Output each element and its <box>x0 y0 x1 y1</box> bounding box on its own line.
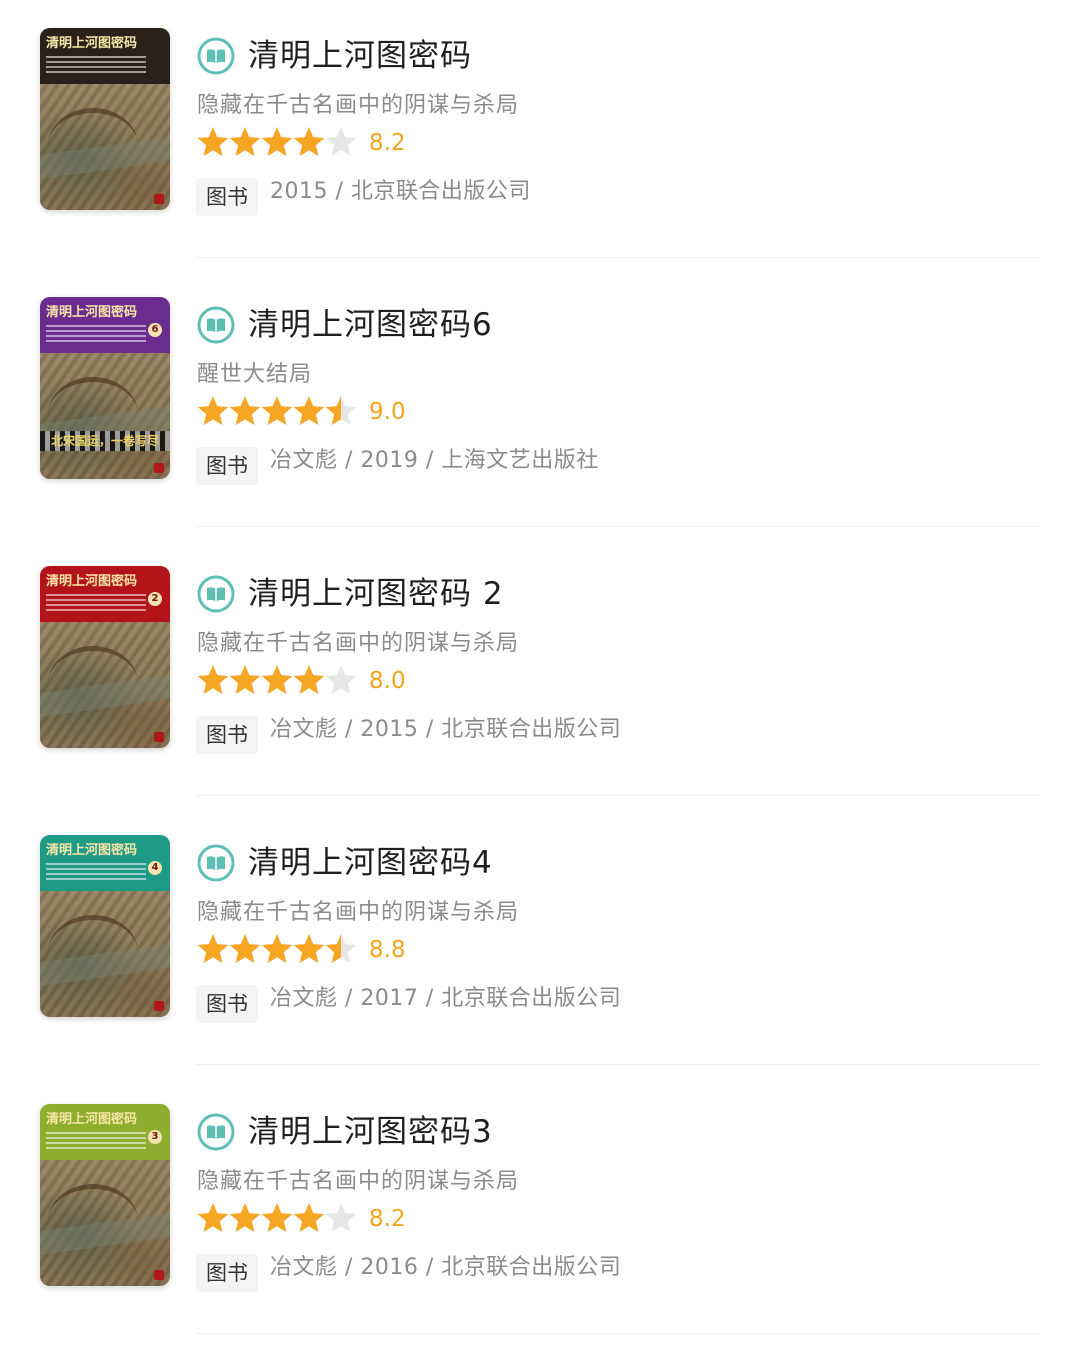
book-title[interactable]: 清明上河图密码3 <box>248 1110 493 1154</box>
book-icon <box>197 1113 235 1151</box>
book-item[interactable]: 清明上河图密码 2 清明上河图密码 2 隐藏在千古名画中的阴谋与杀局 8.0 图… <box>0 538 1080 807</box>
book-icon <box>197 37 235 75</box>
book-subtitle: 隐藏在千古名画中的阴谋与杀局 <box>197 93 520 118</box>
divider <box>196 257 1040 258</box>
cover-painting-bridge <box>48 646 138 721</box>
star-filled <box>229 127 261 156</box>
book-subtitle: 隐藏在千古名画中的阴谋与杀局 <box>197 1169 520 1194</box>
star-filled <box>229 1203 261 1232</box>
book-title[interactable]: 清明上河图密码 <box>248 34 472 78</box>
rating-score: 9.0 <box>369 399 406 425</box>
book-item[interactable]: 清明上河图密码 清明上河图密码 隐藏在千古名画中的阴谋与杀局 8.2 图书 20… <box>0 0 1080 269</box>
book-cover[interactable]: 清明上河图密码 4 <box>40 835 170 1017</box>
star-filled <box>293 665 325 694</box>
cover-painting-bridge <box>48 915 138 990</box>
rating-score: 8.2 <box>369 130 406 156</box>
type-tag: 图书 <box>196 447 258 485</box>
star-filled <box>197 934 229 963</box>
book-meta: 冶文彪 / 2017 / 北京联合出版公司 <box>270 986 622 1011</box>
type-tag: 图书 <box>196 178 258 216</box>
star-filled <box>261 396 293 425</box>
book-icon <box>197 306 235 344</box>
book-title[interactable]: 清明上河图密码4 <box>248 841 493 885</box>
star-filled <box>261 127 293 156</box>
book-icon <box>197 575 235 613</box>
cover-painting-bridge <box>48 108 138 183</box>
star-filled <box>293 127 325 156</box>
rating-score: 8.0 <box>369 668 406 694</box>
star-filled <box>197 396 229 425</box>
cover-fine-print <box>46 56 146 74</box>
star-filled <box>197 665 229 694</box>
book-subtitle: 醒世大结局 <box>197 362 313 387</box>
rating-stars <box>197 934 356 963</box>
book-item[interactable]: 清明上河图密码 6 北宋国运，一卷写尽 清明上河图密码6 醒世大结局 9.0 图… <box>0 269 1080 538</box>
cover-slogan: 北宋国运，一卷写尽 <box>40 431 170 451</box>
divider <box>196 1333 1040 1334</box>
star-filled <box>197 1203 229 1232</box>
book-title[interactable]: 清明上河图密码6 <box>248 303 493 347</box>
cover-fine-print <box>46 863 146 881</box>
book-meta: 冶文彪 / 2016 / 北京联合出版公司 <box>270 1255 622 1280</box>
star-empty <box>325 665 356 694</box>
star-empty <box>325 1203 356 1232</box>
divider <box>196 795 1040 796</box>
book-cover[interactable]: 清明上河图密码 <box>40 28 170 210</box>
rating-stars <box>197 1203 356 1232</box>
type-tag: 图书 <box>196 716 258 754</box>
cover-volume-badge: 2 <box>148 592 162 606</box>
rating-stars <box>197 127 356 156</box>
rating-stars <box>197 665 356 694</box>
rating-score: 8.8 <box>369 937 406 963</box>
book-meta: 冶文彪 / 2019 / 上海文艺出版社 <box>270 448 599 473</box>
book-item[interactable]: 清明上河图密码 4 清明上河图密码4 隐藏在千古名画中的阴谋与杀局 8.8 图书… <box>0 807 1080 1076</box>
book-meta: 冶文彪 / 2015 / 北京联合出版公司 <box>270 717 622 742</box>
book-item[interactable]: 清明上河图密码 3 清明上河图密码3 隐藏在千古名画中的阴谋与杀局 8.2 图书… <box>0 1076 1080 1345</box>
cover-title: 清明上河图密码 <box>46 574 138 589</box>
cover-volume-badge: 6 <box>148 323 162 337</box>
book-cover[interactable]: 清明上河图密码 2 <box>40 566 170 748</box>
cover-title: 清明上河图密码 <box>46 843 138 858</box>
star-filled <box>293 1203 325 1232</box>
cover-painting-bridge <box>48 1184 138 1259</box>
cover-title: 清明上河图密码 <box>46 36 138 51</box>
cover-seal <box>154 1001 164 1011</box>
divider <box>196 526 1040 527</box>
cover-seal <box>154 732 164 742</box>
cover-title: 清明上河图密码 <box>46 305 138 320</box>
cover-fine-print <box>46 594 146 612</box>
star-filled <box>261 665 293 694</box>
book-meta: 2015 / 北京联合出版公司 <box>270 179 531 204</box>
star-filled <box>229 665 261 694</box>
book-subtitle: 隐藏在千古名画中的阴谋与杀局 <box>197 631 520 656</box>
cover-seal <box>154 194 164 204</box>
cover-volume-badge: 4 <box>148 861 162 875</box>
star-filled <box>261 1203 293 1232</box>
cover-seal <box>154 1270 164 1280</box>
cover-title: 清明上河图密码 <box>46 1112 138 1127</box>
book-icon <box>197 844 235 882</box>
cover-slogan-band: 北宋国运，一卷写尽 <box>40 431 170 451</box>
cover-seal <box>154 463 164 473</box>
star-empty <box>325 127 356 156</box>
book-cover[interactable]: 清明上河图密码 6 北宋国运，一卷写尽 <box>40 297 170 479</box>
book-cover[interactable]: 清明上河图密码 3 <box>40 1104 170 1286</box>
type-tag: 图书 <box>196 1254 258 1292</box>
type-tag: 图书 <box>196 985 258 1023</box>
star-filled <box>197 127 229 156</box>
book-subtitle: 隐藏在千古名画中的阴谋与杀局 <box>197 900 520 925</box>
star-filled <box>261 934 293 963</box>
rating-score: 8.2 <box>369 1206 406 1232</box>
cover-volume-badge: 3 <box>148 1130 162 1144</box>
star-filled <box>229 396 261 425</box>
star-filled <box>293 934 325 963</box>
book-title[interactable]: 清明上河图密码 2 <box>248 572 504 616</box>
cover-fine-print <box>46 1132 146 1150</box>
divider <box>196 1064 1040 1065</box>
star-filled <box>229 934 261 963</box>
rating-stars <box>197 396 356 425</box>
cover-fine-print <box>46 325 146 343</box>
star-filled <box>293 396 325 425</box>
